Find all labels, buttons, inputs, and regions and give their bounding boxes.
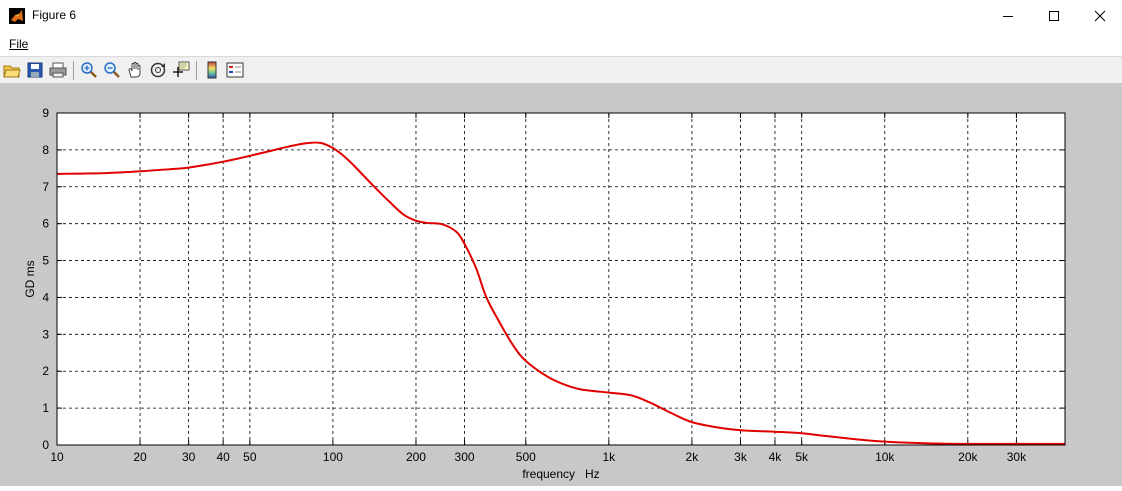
zoom-in-icon[interactable] [80,61,98,79]
x-tick-label: 10k [875,450,895,464]
x-tick-label: 300 [455,450,475,464]
x-tick-label: 30k [1007,450,1027,464]
zoom-out-icon[interactable] [103,61,121,79]
minimize-icon [1003,16,1013,17]
pan-icon[interactable] [126,61,144,79]
figure-area: 10 20 30 40 50 100 200 300 500 1k 2k 3k 4k 5k 10k 20k 30… [0,84,1122,486]
x-tick-label: 20k [958,450,978,464]
y-tick-label: 4 [42,290,49,304]
x-tick-label: 100 [323,450,343,464]
x-tick-label: 4k [769,450,783,464]
title-bar: Figure 6 [0,0,1122,32]
toolbar-separator [196,61,197,80]
x-tick-label: 2k [686,450,700,464]
group-delay-chart[interactable]: 10 20 30 40 50 100 200 300 500 1k 2k 3k 4k 5k 10k 20k 30… [0,84,1122,486]
y-tick-label: 0 [42,438,49,452]
x-tick-label: 500 [516,450,536,464]
legend-icon[interactable] [226,61,244,79]
print-icon[interactable] [49,61,67,79]
y-tick-label: 3 [42,327,49,341]
x-tick-label: 50 [243,450,257,464]
x-tick-label: 3k [734,450,748,464]
save-icon[interactable] [26,61,44,79]
x-tick-label: 1k [602,450,616,464]
maximize-button[interactable] [1031,0,1077,32]
y-tick-label: 2 [42,364,49,378]
window-title: Figure 6 [32,8,77,22]
y-tick-label: 9 [42,106,49,120]
x-axis-label: frequency Hz [522,467,599,481]
x-tick-label: 20 [133,450,147,464]
x-tick-label: 10 [50,450,64,464]
rotate-3d-icon[interactable] [149,61,167,79]
x-tick-label: 200 [406,450,426,464]
open-icon[interactable] [3,61,21,79]
y-axis-label: GD ms [23,260,37,297]
close-button[interactable] [1077,0,1122,32]
x-tick-label: 5k [795,450,809,464]
toolbar [0,57,1122,84]
y-tick-label: 1 [42,401,49,415]
y-tick-label: 6 [42,217,49,231]
y-tick-label: 7 [42,180,49,194]
matlab-icon [9,8,25,24]
colorbar-icon[interactable] [203,61,221,79]
x-tick-label: 40 [216,450,230,464]
y-tick-label: 8 [42,143,49,157]
maximize-icon [1049,11,1059,21]
plot-area[interactable] [56,112,1066,446]
menu-bar: File [0,32,1122,57]
menu-file[interactable]: File [9,37,28,51]
close-icon [1094,10,1106,22]
toolbar-separator [73,61,74,80]
x-tick-label: 30 [182,450,196,464]
y-tick-label: 5 [42,254,49,268]
data-cursor-icon[interactable] [172,61,190,79]
minimize-button[interactable] [985,0,1031,32]
